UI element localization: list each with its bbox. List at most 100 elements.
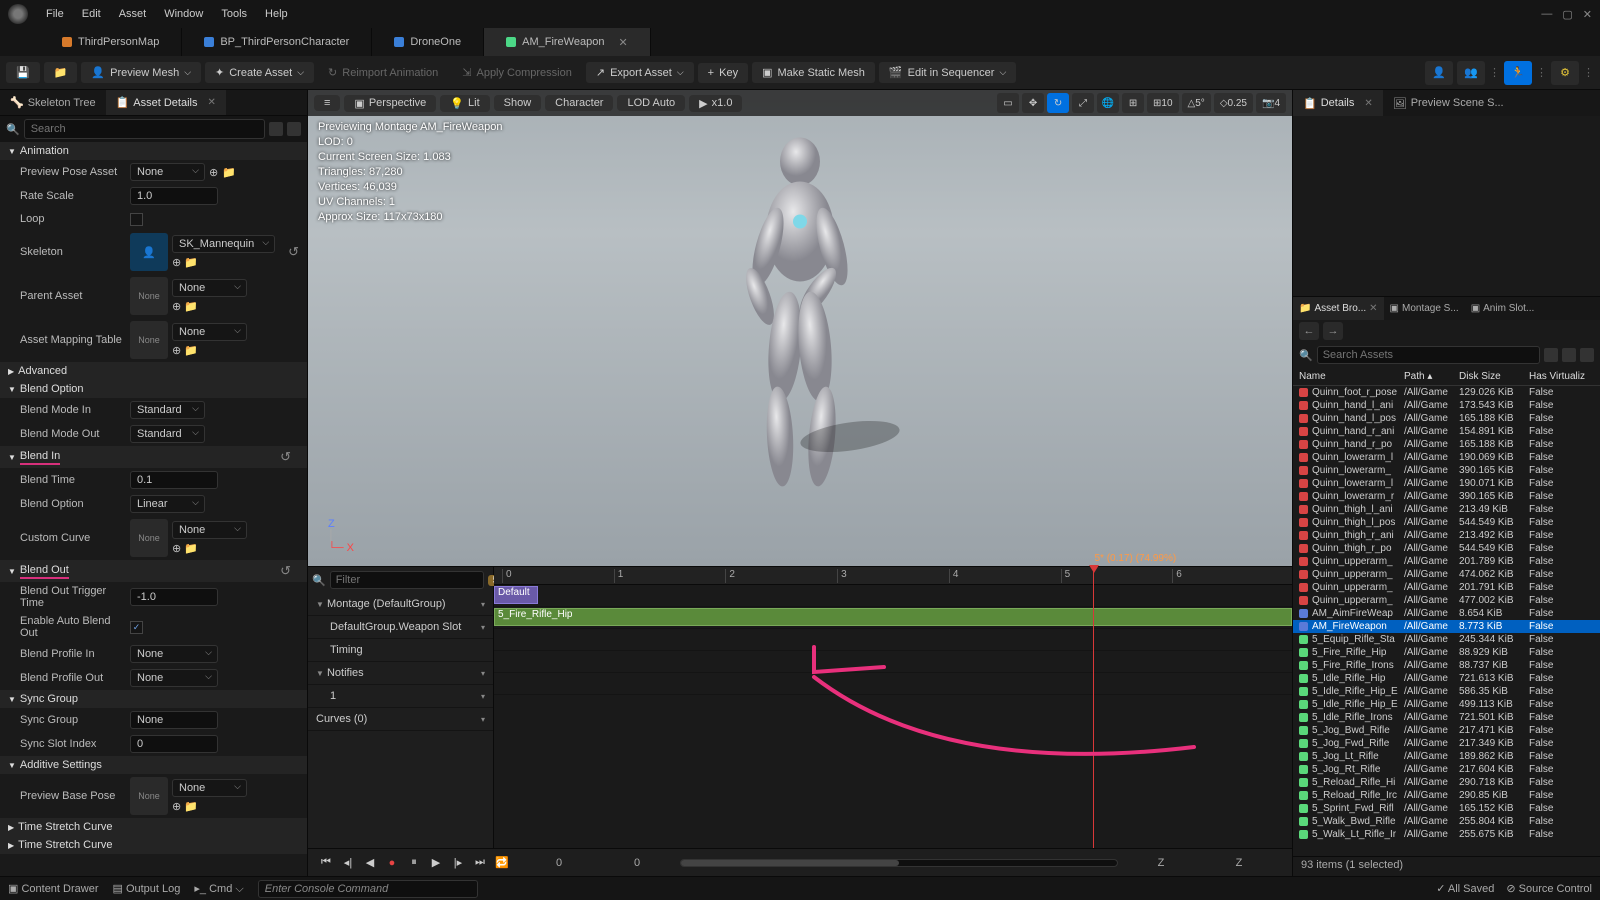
all-saved[interactable]: ✓ All Saved [1436,882,1494,895]
tab-droneone[interactable]: DroneOne [372,28,484,56]
grid-snap[interactable]: ⊞ 10 [1147,93,1179,113]
asset-row[interactable]: 5_Fire_Rifle_Hip/All/Game88.929 KiBFalse [1293,646,1600,659]
section-blend-in[interactable]: ▼Blend In↺ [0,446,307,468]
scrub-bar[interactable] [680,859,1118,867]
asset-row[interactable]: Quinn_lowerarm_/All/Game390.165 KiBFalse [1293,464,1600,477]
scale-snap[interactable]: ◇ 0.25 [1214,93,1253,113]
filter-icon[interactable] [1544,348,1558,362]
track-timing[interactable]: Timing [308,639,493,662]
asset-row[interactable]: Quinn_upperarm_/All/Game477.002 KiBFalse [1293,594,1600,607]
tab-asset-browser[interactable]: 📁 Asset Bro... ✕ [1293,297,1384,320]
playhead[interactable] [1093,567,1094,848]
asset-row[interactable]: Quinn_hand_r_po/All/Game165.188 KiBFalse [1293,438,1600,451]
asset-row[interactable]: Quinn_lowerarm_l/All/Game190.071 KiBFals… [1293,477,1600,490]
lit-button[interactable]: 💡 Lit [440,95,489,112]
mode-mesh[interactable]: 👥 [1457,61,1485,85]
nav-back[interactable]: ← [1299,322,1319,340]
skeleton-dropdown[interactable]: SK_Mannequin [172,235,275,253]
blend-mode-in-dropdown[interactable]: Standard [130,401,205,419]
move-tool-icon[interactable]: ✥ [1022,93,1044,113]
close-icon[interactable]: ✕ [1583,8,1592,21]
blend-time-input[interactable]: 0.1 [130,471,218,489]
close-tab-icon[interactable]: ✕ [618,36,627,49]
browse-icon[interactable]: 📁 [184,345,198,357]
tab-skeleton-tree[interactable]: 🦴 Skeleton Tree [0,90,106,115]
section-stretch[interactable]: ▶Time Stretch Curve [0,818,307,836]
tab-fireweapon[interactable]: AM_FireWeapon✕ [484,28,651,56]
asset-row[interactable]: Quinn_lowerarm_l/All/Game190.069 KiBFals… [1293,451,1600,464]
frame-current[interactable]: 0 [602,857,672,869]
tab-details[interactable]: 📋 Details ✕ [1293,90,1383,116]
tab-preview-scene[interactable]: 🖼 Preview Scene S... [1383,90,1514,116]
asset-search-input[interactable] [1317,346,1540,364]
menu-window[interactable]: Window [164,8,203,20]
tab-thirdpersoncharacter[interactable]: BP_ThirdPersonCharacter [182,28,372,56]
use-icon[interactable]: ⊕ [172,801,181,813]
profile-out-dropdown[interactable]: None [130,669,218,687]
trigger-time-input[interactable]: -1.0 [130,588,218,606]
asset-row[interactable]: 5_Idle_Rifle_Irons/All/Game721.501 KiBFa… [1293,711,1600,724]
asset-columns[interactable]: NamePath ▴Disk SizeHas Virtualiz [1293,368,1600,386]
asset-row[interactable]: Quinn_hand_l_ani/All/Game173.543 KiBFals… [1293,399,1600,412]
preview-mesh-button[interactable]: 👤 Preview Mesh ⌵ [81,62,201,83]
content-drawer-button[interactable]: ▣ Content Drawer [8,882,99,895]
create-asset-button[interactable]: ✦ Create Asset ⌵ [205,62,314,83]
asset-row[interactable]: Quinn_upperarm_/All/Game201.789 KiBFalse [1293,555,1600,568]
viewport-menu[interactable]: ≡ [314,95,340,111]
minimize-icon[interactable]: — [1541,8,1552,21]
use-icon[interactable]: ⊕ [209,166,218,179]
frame-total[interactable]: Z [1204,857,1274,869]
sequencer-button[interactable]: 🎬 Edit in Sequencer ⌵ [879,62,1016,83]
segment-default[interactable]: Default [494,586,538,604]
to-start-icon[interactable]: ⏮ [316,853,336,873]
rotate-tool-icon[interactable]: ↻ [1047,93,1069,113]
asset-row[interactable]: Quinn_foot_r_pose/All/Game129.026 KiBFal… [1293,386,1600,399]
sync-group-input[interactable]: None [130,711,218,729]
select-tool-icon[interactable]: ▭ [997,93,1019,113]
character-button[interactable]: Character [545,95,613,111]
profile-in-dropdown[interactable]: None [130,645,218,663]
section-animation[interactable]: ▼Animation [0,142,307,160]
step-back-icon[interactable]: ◂| [338,853,358,873]
play-reverse-icon[interactable]: ◀ [360,853,380,873]
asset-row[interactable]: 5_Equip_Rifle_Sta/All/Game245.344 KiBFal… [1293,633,1600,646]
asset-row[interactable]: Quinn_hand_l_pos/All/Game165.188 KiBFals… [1293,412,1600,425]
segment-fire[interactable]: 5_Fire_Rifle_Hip [494,608,1292,626]
track-montage[interactable]: ▼ Montage (DefaultGroup)▾ [308,593,493,616]
lod-button[interactable]: LOD Auto [617,95,685,111]
snap-icon[interactable]: ⊞ [1122,93,1144,113]
timeline-tracks[interactable]: 5* (0.17) (74.99%) 0 1 2 3 4 5 6 Default… [494,567,1292,848]
preview-pose-dropdown[interactable]: None [130,163,205,181]
mapping-dropdown[interactable]: None [172,323,247,341]
reset-icon[interactable]: ↺ [288,244,299,260]
track-notify-1[interactable]: 1▾ [308,685,493,708]
section-blend-out[interactable]: ▼Blend Out↺ [0,560,307,582]
blend-mode-out-dropdown[interactable]: Standard [130,425,205,443]
base-dropdown[interactable]: None [172,779,247,797]
use-icon[interactable]: ⊕ [172,257,181,269]
section-advanced[interactable]: ▶Advanced [0,362,307,380]
asset-row[interactable]: 5_Idle_Rifle_Hip_E/All/Game586.35 KiBFal… [1293,685,1600,698]
camera-speed[interactable]: 📷 4 [1256,93,1286,113]
angle-snap[interactable]: △ 5° [1182,93,1211,113]
asset-row[interactable]: Quinn_thigh_l_ani/All/Game213.49 KiBFals… [1293,503,1600,516]
asset-row[interactable]: 5_Idle_Rifle_Hip/All/Game721.613 KiBFals… [1293,672,1600,685]
record-icon[interactable]: ● [382,853,402,873]
tab-asset-details[interactable]: 📋 Asset Details✕ [106,90,226,115]
base-thumb[interactable]: None [130,777,168,815]
browse-icon[interactable]: 📁 [222,166,236,179]
menu-help[interactable]: Help [265,8,288,20]
asset-row[interactable]: 5_Jog_Rt_Rifle/All/Game217.604 KiBFalse [1293,763,1600,776]
asset-row[interactable]: 5_Jog_Bwd_Rifle/All/Game217.471 KiBFalse [1293,724,1600,737]
asset-row[interactable]: 5_Reload_Rifle_Irc/All/Game290.85 KiBFal… [1293,789,1600,802]
nav-fwd[interactable]: → [1323,322,1343,340]
timeline-filter[interactable] [330,571,484,589]
save-button[interactable]: 💾 [6,62,40,83]
use-icon[interactable]: ⊕ [172,543,181,555]
browse-icon[interactable]: 📁 [184,801,198,813]
curve-thumb[interactable]: None [130,519,168,557]
section-sync[interactable]: ▼Sync Group [0,690,307,708]
source-control[interactable]: ⊘ Source Control [1506,882,1592,895]
section-blend-option[interactable]: ▼Blend Option [0,380,307,398]
section-stretch2[interactable]: ▶Time Stretch Curve [0,836,307,854]
